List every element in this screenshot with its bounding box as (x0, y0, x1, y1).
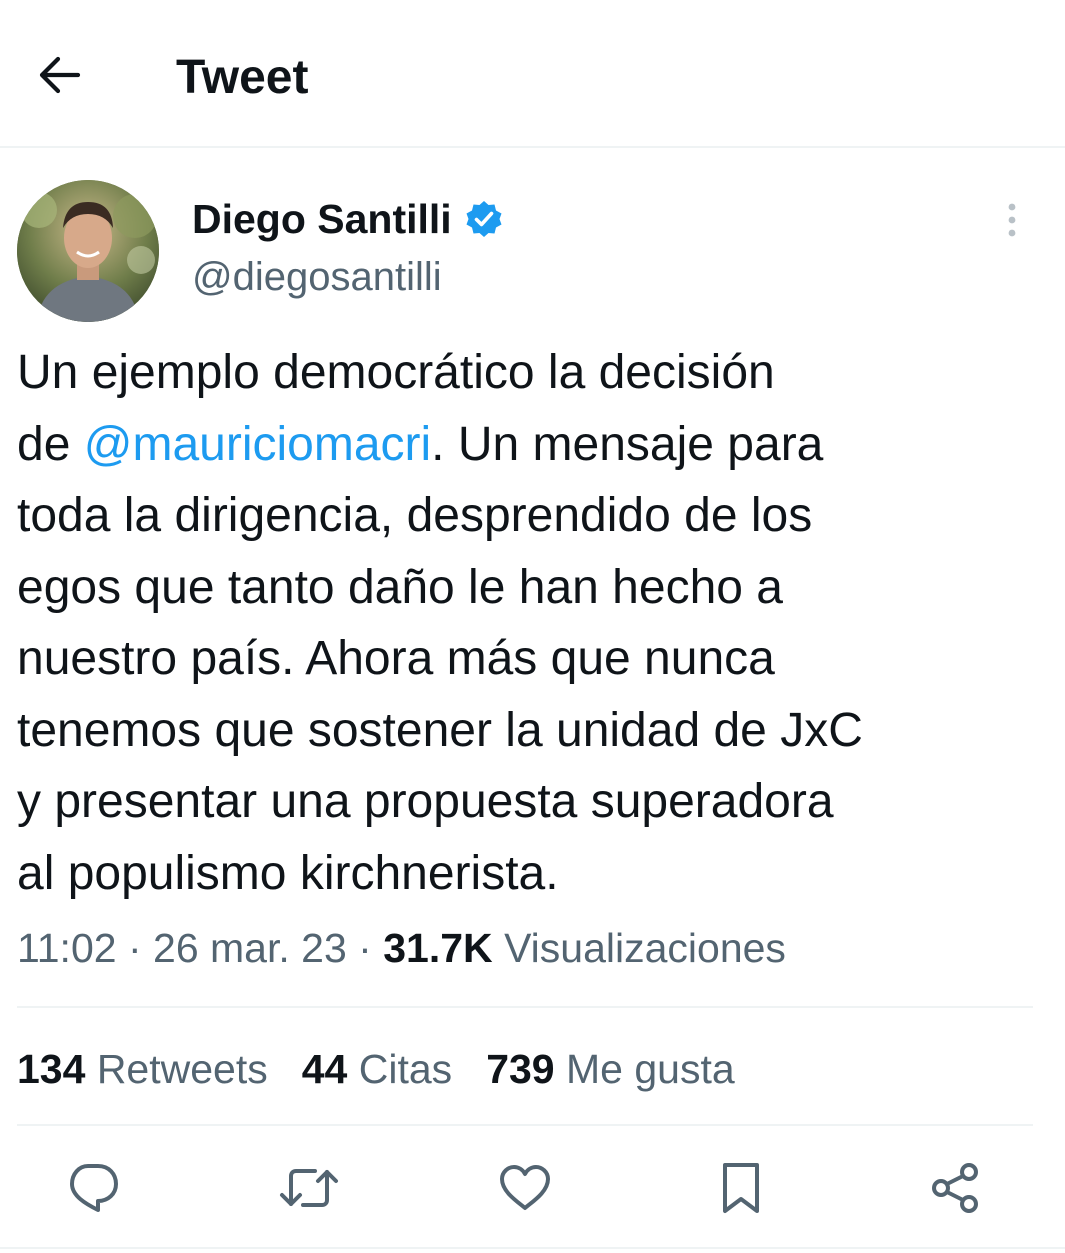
more-options-button[interactable] (990, 198, 1034, 246)
meta-separator: · (127, 925, 142, 971)
meta-separator: · (358, 925, 372, 971)
divider (17, 1124, 1033, 1126)
tweet-date[interactable]: 26 mar. 23 (153, 925, 347, 971)
divider (17, 1006, 1033, 1008)
tweet-text: Un ejemplo democrático la decisión de @m… (17, 337, 1027, 909)
more-vertical-icon (1006, 202, 1018, 243)
page-title: Tweet (176, 51, 309, 104)
retweets-label: Retweets (96, 1046, 268, 1092)
retweet-button[interactable] (274, 1155, 344, 1225)
reply-button[interactable] (58, 1155, 128, 1225)
tweet-line: tenemos que sostener la unidad de JxC (17, 703, 863, 757)
tweet-text-segment: . Un mensaje para (431, 417, 824, 471)
tweet-text-segment: de (17, 417, 84, 471)
tweet-line: al populismo kirchnerista. (17, 846, 559, 900)
back-button[interactable] (30, 48, 88, 106)
quotes-label: Citas (358, 1046, 453, 1092)
share-icon (929, 1162, 981, 1219)
author-name-text: Diego Santilli (192, 196, 452, 242)
tweet-line: nuestro país. Ahora más que nunca (17, 632, 775, 685)
share-button[interactable] (920, 1155, 990, 1225)
likes-stat[interactable]: 739 Me gusta (486, 1040, 734, 1098)
views-count: 31.7K (383, 925, 493, 971)
bottom-divider (0, 1247, 1065, 1249)
tweet-line: Un ejemplo democrático la decisión (17, 346, 775, 399)
engagement-stats: 134 Retweets 44 Citas 739 Me gusta (17, 1040, 769, 1098)
tweet-line: egos que tanto daño le han hecho a (17, 560, 783, 614)
like-icon (498, 1164, 552, 1217)
retweets-stat[interactable]: 134 Retweets (17, 1040, 268, 1098)
tweet-line: toda la dirigencia, desprendido de los (17, 489, 813, 542)
likes-label: Me gusta (566, 1046, 735, 1092)
retweet-icon (279, 1164, 339, 1217)
mention-link[interactable]: @mauriciomacri (84, 418, 431, 471)
arrow-left-icon (36, 55, 82, 100)
views-label: Visualizaciones (504, 925, 786, 971)
tweet-time[interactable]: 11:02 (17, 925, 117, 971)
retweets-count: 134 (17, 1046, 86, 1092)
like-button[interactable] (490, 1155, 560, 1225)
reply-icon (66, 1162, 120, 1219)
header-bar: Tweet (0, 0, 1065, 148)
action-bar (0, 1155, 1065, 1225)
bookmark-button[interactable] (706, 1155, 776, 1225)
quotes-count: 44 (301, 1046, 348, 1092)
tweet-line: y presentar una propuesta superadora (17, 775, 834, 828)
quotes-stat[interactable]: 44 Citas (302, 1040, 452, 1098)
avatar[interactable] (17, 180, 159, 322)
author-name[interactable]: Diego Santilli (192, 193, 504, 245)
author-handle[interactable]: @diegosantilli (192, 252, 442, 302)
verified-badge-icon (464, 199, 504, 239)
bookmark-icon (721, 1161, 761, 1220)
tweet-meta: 11:02 · 26 mar. 23 · 31.7K Visualizacion… (17, 920, 786, 976)
likes-count: 739 (486, 1046, 555, 1092)
tweet-line: de @mauriciomacri. Un mensaje para (17, 409, 1027, 481)
